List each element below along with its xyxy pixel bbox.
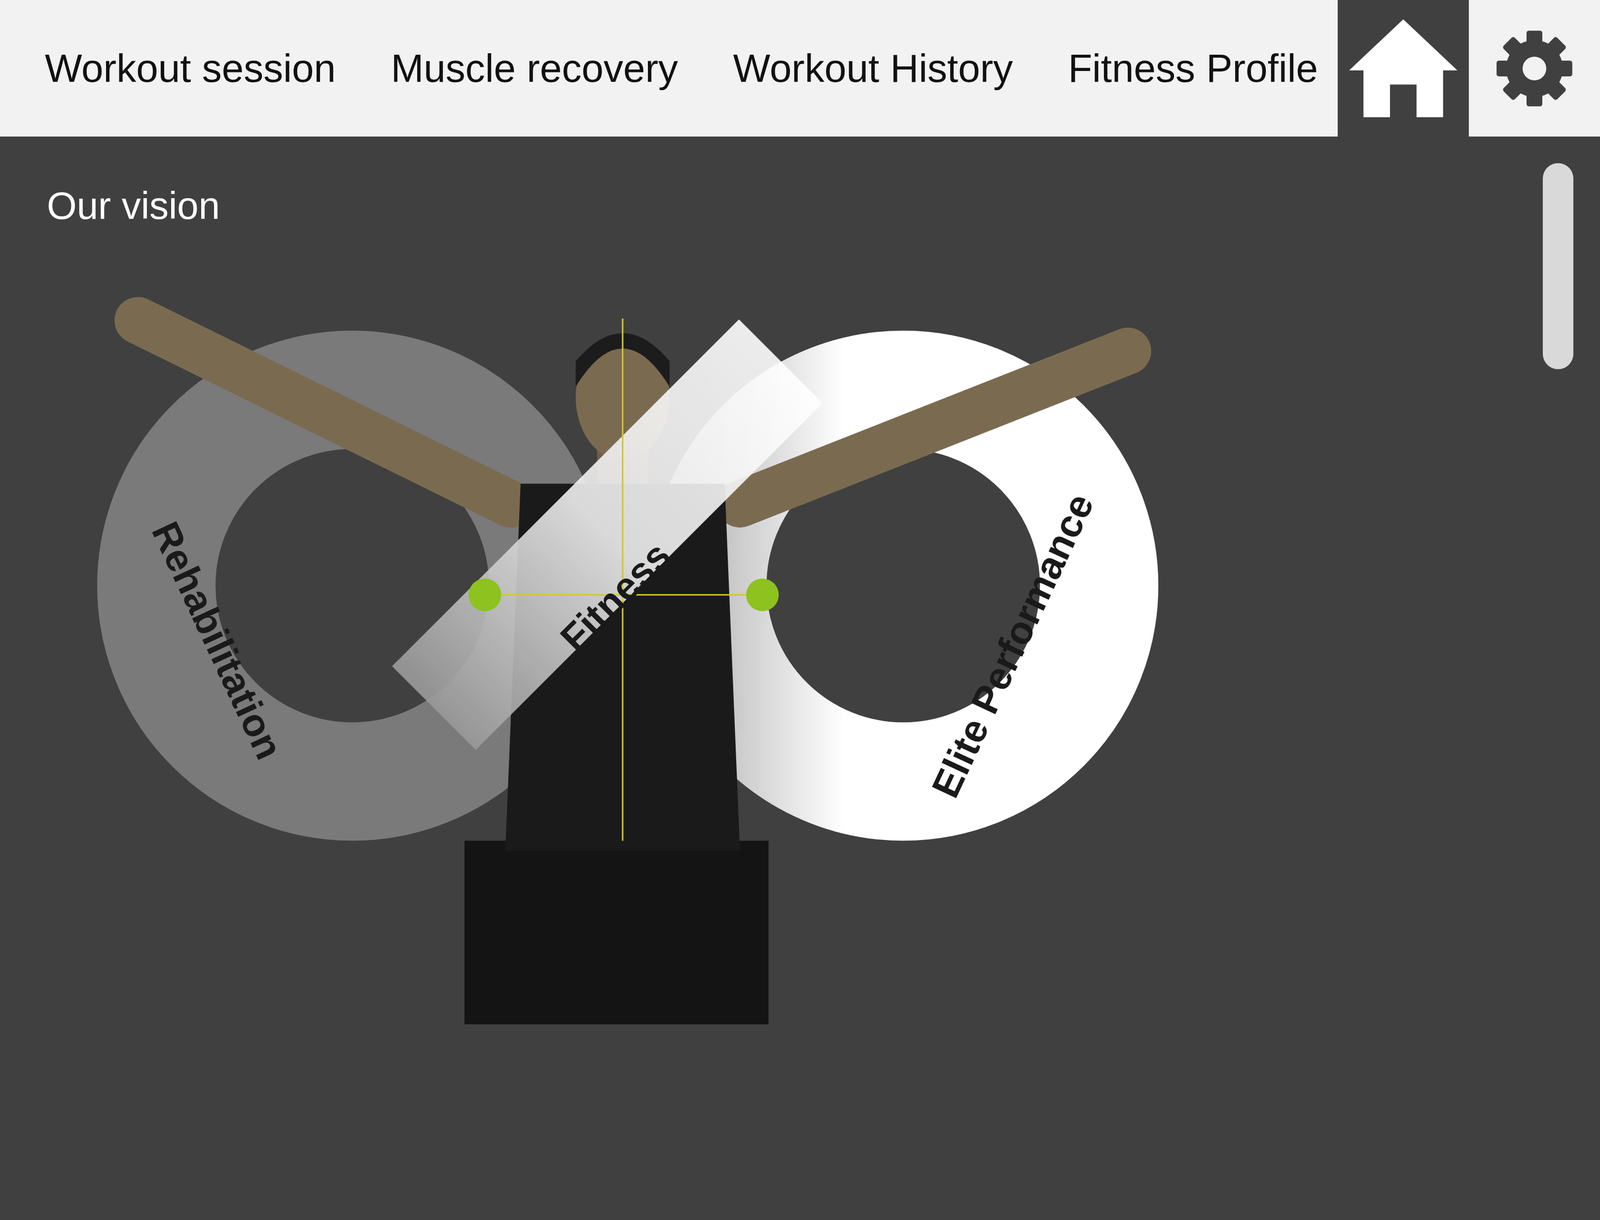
scrollbar-thumb[interactable] xyxy=(1542,163,1574,370)
nav-menu: Workout session Muscle recovery Workout Hi… xyxy=(0,0,1338,137)
rehabilitation-label: Rehabilitation xyxy=(143,515,291,766)
settings-button[interactable] xyxy=(1468,0,1600,137)
fitness-label: Fitness xyxy=(552,533,679,661)
nav-item[interactable]: Muscle recovery xyxy=(391,45,678,92)
nav-item[interactable]: Fitness Profile xyxy=(1067,45,1318,92)
top-bar: Workout session Muscle recovery Workout Hi… xyxy=(0,0,1600,137)
page-title: Our vision xyxy=(46,183,1600,229)
app: Workout session Muscle recovery Workout Hi… xyxy=(0,0,1600,1220)
nav-item[interactable]: Workout History xyxy=(733,45,1014,92)
joint-dot xyxy=(746,578,779,612)
home-icon xyxy=(1347,17,1460,120)
athlete-figure xyxy=(138,320,1128,1025)
home-button[interactable] xyxy=(1337,0,1469,137)
fitness-band xyxy=(433,361,782,709)
gear-icon xyxy=(1494,29,1574,108)
content: Our vision Rehabilitation Fitness Elite Per… xyxy=(0,136,1600,1220)
joint-dot xyxy=(468,578,501,612)
elite-performance-label: Elite Performance xyxy=(923,487,1103,805)
nav-item[interactable]: Workout session xyxy=(44,45,336,92)
vision-diagram: Rehabilitation Fitness Elite Performance xyxy=(71,289,1195,1025)
